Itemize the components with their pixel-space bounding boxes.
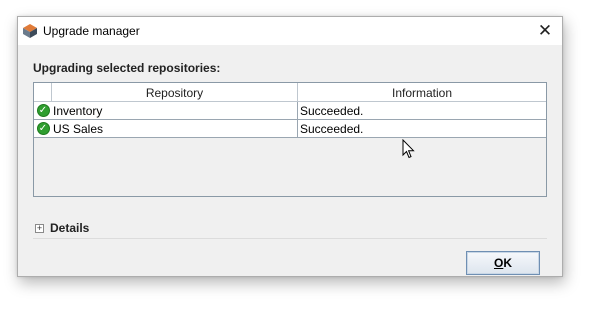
dialog-content: Upgrading selected repositories: Reposit… xyxy=(18,45,562,278)
repository-cell: Inventory xyxy=(52,102,298,119)
details-label: Details xyxy=(50,221,90,235)
close-icon[interactable]: ✕ xyxy=(528,17,562,45)
information-cell: Succeeded. xyxy=(300,103,364,118)
page-title: Upgrading selected repositories: xyxy=(33,61,221,75)
window-title: Upgrade manager xyxy=(43,24,140,38)
expand-icon[interactable]: + xyxy=(35,223,44,233)
table-row[interactable]: ✓ US Sales Succeeded. xyxy=(34,120,546,138)
table-row[interactable]: ✓ Inventory Succeeded. xyxy=(34,102,546,120)
information-cell: Succeeded. xyxy=(300,121,364,136)
table-header: Repository Information xyxy=(34,83,546,102)
mouse-pointer-icon xyxy=(402,139,415,159)
details-toggle[interactable]: + Details xyxy=(35,221,89,235)
title-bar[interactable]: Upgrade manager ✕ xyxy=(18,17,562,45)
repository-cell: US Sales xyxy=(52,120,298,137)
status-column-header[interactable] xyxy=(34,83,52,102)
upgrade-manager-dialog: Upgrade manager ✕ Upgrading selected rep… xyxy=(17,16,563,277)
repository-column-header[interactable]: Repository xyxy=(52,83,298,102)
ok-button[interactable]: OK xyxy=(466,251,540,275)
success-check-icon: ✓ xyxy=(36,104,50,117)
status-cell: ✓ xyxy=(34,102,52,119)
ok-button-mnemonic: O xyxy=(493,256,504,270)
divider xyxy=(33,238,547,239)
information-column-header[interactable]: Information xyxy=(298,83,546,102)
status-cell: ✓ xyxy=(34,120,52,137)
app-logo-icon xyxy=(22,23,38,39)
success-check-icon: ✓ xyxy=(36,122,50,135)
repositories-table: Repository Information ✓ Inventory Succe… xyxy=(33,82,547,197)
ok-button-label-rest: K xyxy=(503,256,512,270)
